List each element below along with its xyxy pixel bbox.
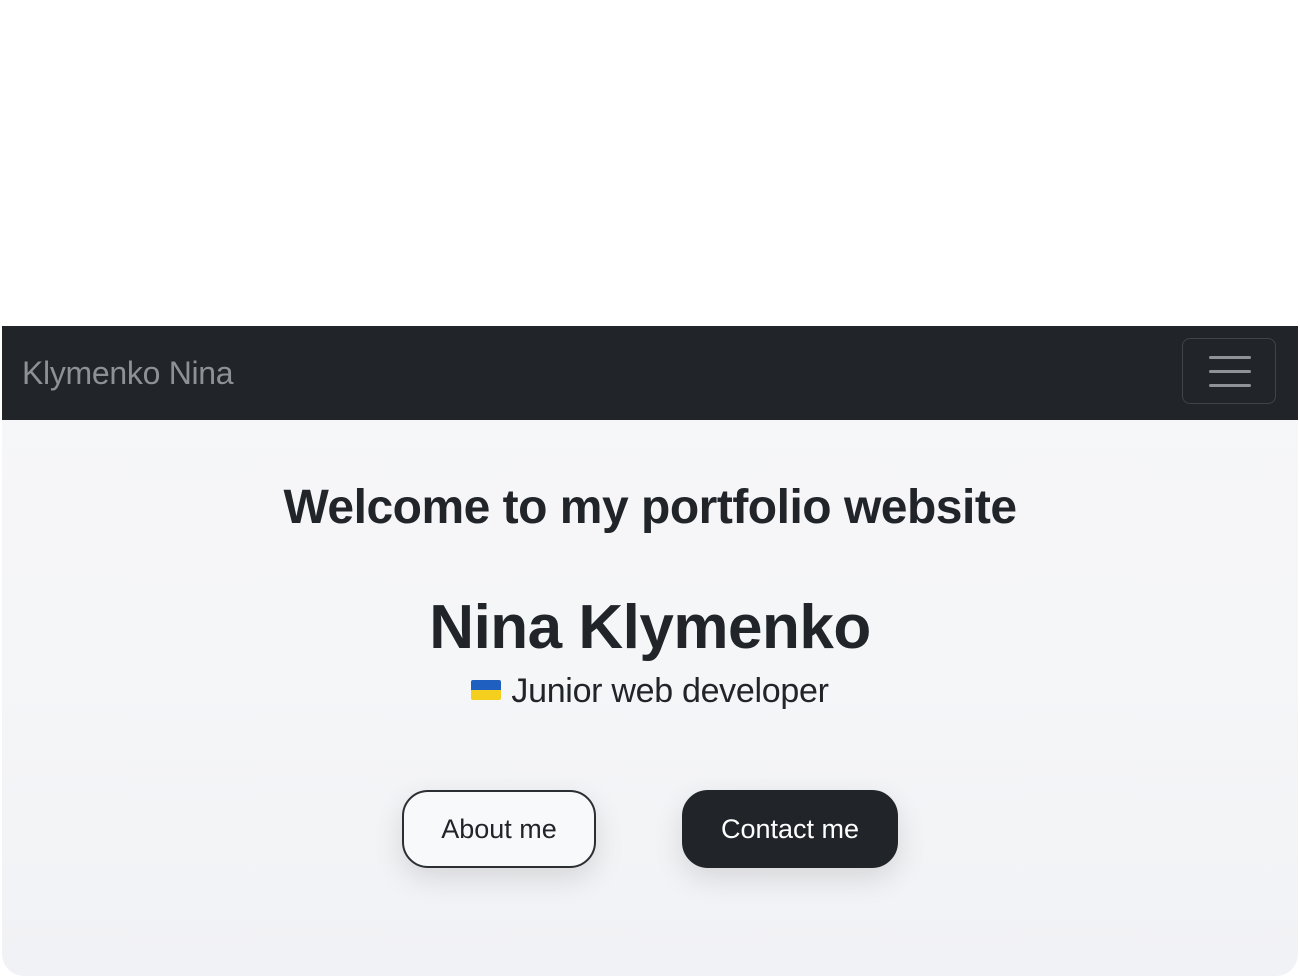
- navbar-brand[interactable]: Klymenko Nina: [22, 326, 234, 420]
- navbar: Klymenko Nina: [2, 326, 1298, 420]
- name-heading: Nina Klymenko: [429, 593, 871, 662]
- navbar-toggler-button[interactable]: [1182, 338, 1276, 404]
- subtitle-text: Junior web developer: [511, 672, 829, 710]
- hamburger-menu-icon: [1209, 356, 1251, 359]
- page-frame: Klymenko Nina Welcome to my portfolio we…: [2, 326, 1298, 976]
- about-me-button[interactable]: About me: [402, 790, 596, 868]
- hamburger-menu-icon: [1209, 384, 1251, 387]
- subtitle: Junior web developer: [2, 672, 1298, 711]
- blank-area: [0, 0, 1300, 326]
- hamburger-menu-icon: [1209, 370, 1251, 373]
- welcome-heading: Welcome to my portfolio website: [283, 481, 1017, 534]
- ukraine-flag-icon: [471, 680, 502, 700]
- contact-me-button[interactable]: Contact me: [682, 790, 898, 868]
